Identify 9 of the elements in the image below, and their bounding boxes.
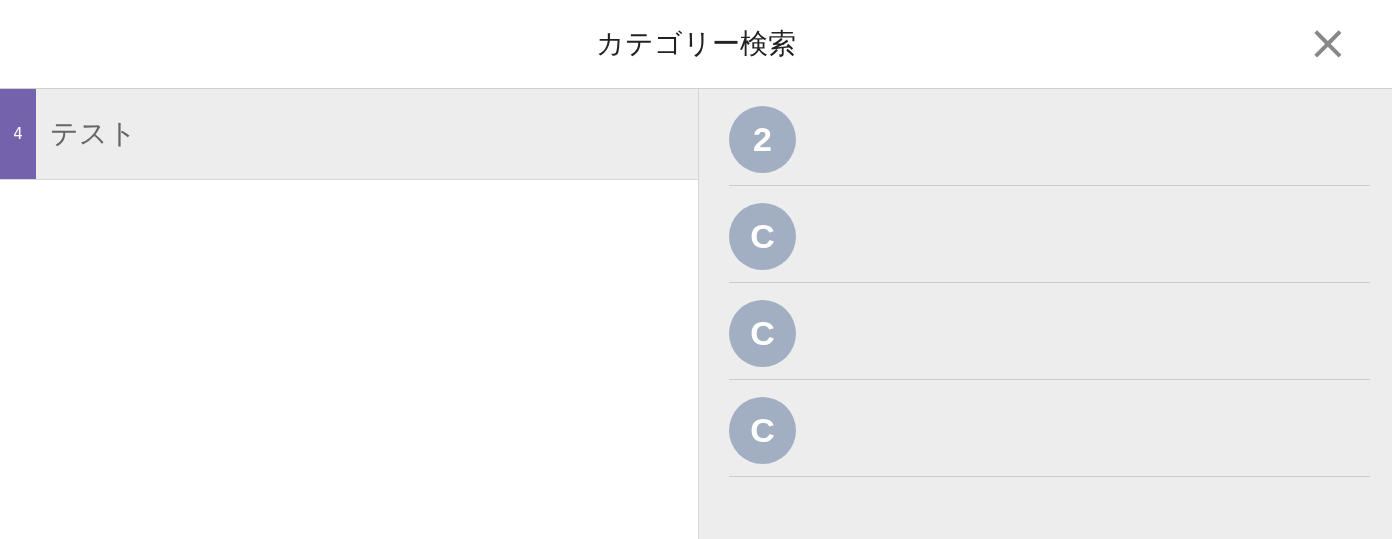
count-badge: 4	[0, 89, 36, 179]
avatar[interactable]: C	[729, 396, 796, 464]
close-button[interactable]: ×	[1303, 18, 1352, 66]
avatar[interactable]: 2	[729, 105, 796, 173]
dialog-title: カテゴリー検索	[596, 26, 796, 62]
category-item[interactable]: 4 テスト	[0, 89, 698, 180]
avatar[interactable]: C	[729, 202, 796, 270]
category-label: テスト	[49, 116, 137, 152]
avatar[interactable]: C	[729, 299, 796, 367]
